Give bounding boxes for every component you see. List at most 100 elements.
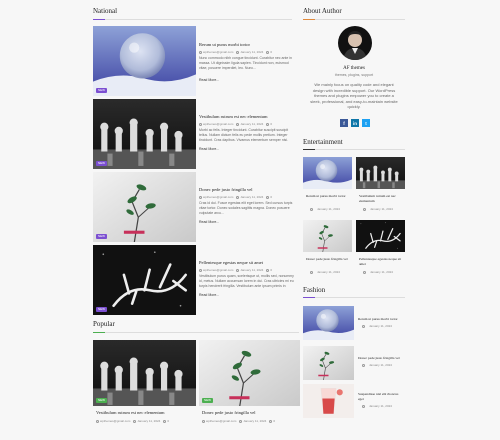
post-title[interactable]: Donec pede justo fringilla vel [199,187,252,192]
post-title[interactable]: Vestibulum rutrum est nec elementum [199,114,267,119]
post-meta: wpthemes@gmail.com January 11, 2024 0 [199,50,272,54]
clock-icon [310,270,313,274]
post-title[interactable]: Donec pede justo fringilla vel [202,410,255,415]
post-excerpt: Cras id dui. Fusce egestas elit eget lor… [199,201,293,215]
post-thumbnail[interactable]: NEW [93,172,196,242]
author-meta: wpthemes@gmail.com [199,195,233,199]
fashion-thumbnail[interactable] [303,384,354,418]
entertainment-thumbnail[interactable] [303,220,352,252]
read-more-link[interactable]: Read More... [199,293,219,297]
post-date: January 11, 2024 [362,363,392,367]
comments-meta: 0 [163,419,169,423]
date-meta: January 11, 2024 [133,419,160,423]
new-badge: NEW [96,234,107,239]
user-icon [199,50,202,54]
fashion-thumbnail[interactable] [303,306,354,340]
post-thumbnail[interactable]: NEW [93,26,196,96]
post-title[interactable]: Rerum ut purus morbi tortor [306,194,346,198]
popular-thumbnail[interactable]: NEW [93,340,196,406]
post-date: January 11, 2024 [363,207,393,211]
section-accent [93,19,105,20]
facebook-icon[interactable]: f [340,119,348,127]
post-title[interactable]: Vestibulum rutrum est nec elementum [359,194,405,204]
clock-icon [236,268,240,272]
date-meta: January 11, 2024 [236,50,263,54]
section-accent [93,332,105,333]
post-title[interactable]: Suspendisse nisl elit rhoncus eget [358,392,404,402]
section-divider [93,332,299,333]
post-meta: wpthemes@gmail.com January 11, 2024 0 [199,195,272,199]
post-title[interactable]: Pellentesque egestas neque sit amet [199,260,263,265]
entertainment-thumbnail[interactable] [303,157,352,189]
post-date: January 11, 2024 [363,270,393,274]
post-title[interactable]: Pellentesque egestas neque sit amet [359,257,405,267]
post-excerpt: Vestibulum purus quam, scelerisque ut, m… [199,274,294,288]
clock-icon [362,404,365,408]
comment-icon [269,419,273,423]
new-badge: NEW [96,398,107,403]
section-title-national: National [93,7,118,15]
clock-icon [236,195,240,199]
fashion-thumbnail[interactable] [303,346,354,380]
post-date: January 11, 2024 [362,324,392,328]
comment-icon [266,195,270,199]
user-icon [199,268,202,272]
section-title-popular: Popular [93,320,115,328]
date-meta: January 11, 2024 [236,195,263,199]
author-description: We mainly focus on quality code and eleg… [310,82,398,109]
new-badge: NEW [96,161,107,166]
date-meta: January 11, 2024 [236,268,263,272]
section-divider [93,19,292,20]
section-title-fashion: Fashion [303,286,326,294]
post-meta: wpthemes@gmail.com January 11, 2024 0 [199,122,272,126]
clock-icon [239,419,243,423]
author-meta: wpthemes@gmail.com [199,50,233,54]
comments-meta: 0 [266,50,272,54]
section-divider [303,149,405,150]
entertainment-thumbnail[interactable] [356,157,405,189]
post-thumbnail[interactable]: NEW [93,99,196,169]
section-accent [303,297,315,298]
linkedin-icon[interactable]: in [351,119,359,127]
user-icon [199,122,202,126]
entertainment-thumbnail[interactable] [356,220,405,252]
clock-icon [362,363,365,367]
date-meta: January 11, 2024 [239,419,266,423]
read-more-link[interactable]: Read More... [199,147,219,151]
comments-meta: 0 [266,122,272,126]
read-more-link[interactable]: Read More... [199,78,219,82]
post-date: January 11, 2024 [310,207,340,211]
clock-icon [310,207,313,211]
post-title[interactable]: Vestibulum rutrum est nec elementum [96,410,164,415]
post-thumbnail[interactable]: NEW [93,245,196,315]
clock-icon [362,324,365,328]
new-badge: NEW [96,307,107,312]
clock-icon [236,50,240,54]
clock-icon [133,419,137,423]
clock-icon [363,207,366,211]
twitter-icon[interactable]: t [362,119,370,127]
post-meta: wpthemes@gmail.com January 11, 2024 0 [199,268,272,272]
popular-thumbnail[interactable]: NEW [199,340,300,406]
section-divider [303,19,405,20]
post-title[interactable]: Donec pede justo fringilla vel [358,356,400,360]
comments-meta: 0 [269,419,275,423]
comment-icon [266,50,270,54]
comment-icon [266,268,270,272]
post-date: January 11, 2024 [362,404,392,408]
post-title[interactable]: Rerum ut purus morbi tortor [358,317,398,321]
post-meta: wpthemes@gmail.com January 11, 2024 0 [202,419,275,423]
author-name: AF themes [343,66,365,71]
post-date: January 11, 2024 [310,270,340,274]
author-meta: wpthemes@gmail.com [202,419,236,423]
avatar [338,26,372,60]
user-icon [202,419,205,423]
author-meta: wpthemes@gmail.com [199,268,233,272]
comment-icon [266,122,270,126]
post-excerpt: Morbi ac felis. Integer tincidunt. Curab… [199,128,289,142]
read-more-link[interactable]: Read More... [199,220,219,224]
post-title[interactable]: Rerum ut purus morbi tortor [199,42,250,47]
post-title[interactable]: Donec pede justo fringilla vel [306,257,348,261]
section-accent [303,149,315,150]
author-meta: wpthemes@gmail.com [199,122,233,126]
